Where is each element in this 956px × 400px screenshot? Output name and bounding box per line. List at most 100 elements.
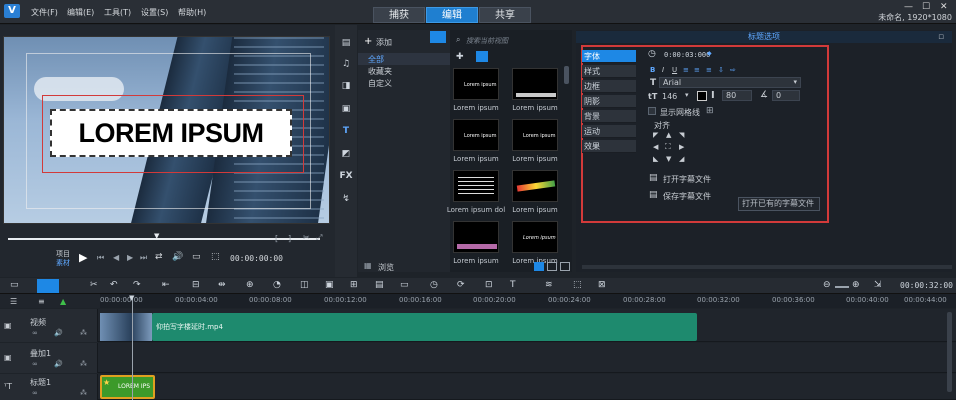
title-clip[interactable]: ★ LOREM IPS <box>100 375 155 399</box>
duration-field[interactable]: 0:00:03:000 <box>664 51 710 59</box>
browse-button[interactable]: 浏览 <box>378 262 394 273</box>
color-grading-icon[interactable]: ◔ <box>273 280 281 290</box>
title-thumbnail[interactable] <box>512 68 558 100</box>
search-input[interactable]: 搜索当前视图 <box>466 36 508 46</box>
scrub-handle-icon[interactable]: ▼ <box>154 232 159 240</box>
align-bottom-icon[interactable]: ▼ <box>666 155 671 163</box>
subtitle-icon[interactable]: ▤ <box>375 280 384 290</box>
zoom-slider[interactable] <box>835 286 849 288</box>
library-pin-icon[interactable] <box>430 31 446 43</box>
undo-icon[interactable]: ↶ <box>110 280 118 290</box>
text-icon[interactable]: T <box>510 280 516 290</box>
tab-shadow[interactable]: 阴影 <box>582 95 636 108</box>
menu-edit[interactable]: 编辑(E) <box>67 7 94 18</box>
bold-icon[interactable]: B <box>650 66 655 74</box>
auto-music-icon[interactable]: ⇹ <box>218 280 226 290</box>
media-icon[interactable]: ▤ <box>338 36 354 50</box>
motion-tracking-icon[interactable]: ⊕ <box>246 280 254 290</box>
storyboard-view-icon[interactable]: ▭ <box>10 280 19 290</box>
track-manager-icon[interactable]: ⊡ <box>485 280 493 290</box>
add-folder-button[interactable]: 添加 <box>376 37 392 48</box>
italic-icon[interactable]: I <box>662 66 664 74</box>
title-thumbnail[interactable] <box>512 170 558 202</box>
repeat-icon[interactable]: ⇄ <box>155 252 163 262</box>
align-center-icon[interactable]: ⛶ <box>665 142 671 152</box>
mute-icon[interactable]: 🔊 <box>54 360 63 368</box>
menu-help[interactable]: 帮助(H) <box>178 7 206 18</box>
tab-background[interactable]: 背景 <box>582 110 636 123</box>
tab-motion[interactable]: 运动 <box>582 125 636 138</box>
browse-icon[interactable]: ▦ <box>364 261 372 270</box>
underline-icon[interactable]: U <box>672 66 677 74</box>
chevron-down-icon[interactable]: ▾ <box>685 91 689 99</box>
split-screen-icon[interactable]: ◫ <box>300 280 309 290</box>
title-thumbnail[interactable]: Lorem ipsum <box>453 119 499 151</box>
align-bottom-left-icon[interactable]: ◣ <box>653 155 658 163</box>
align-top-icon[interactable]: ▲ <box>666 131 671 139</box>
library-scrollbar[interactable] <box>564 66 569 84</box>
timeline-ruler[interactable] <box>100 294 956 308</box>
ripple-icon[interactable]: ⁂ <box>80 389 87 397</box>
align-top-right-icon[interactable]: ◥ <box>679 131 684 139</box>
fx-icon[interactable]: FX <box>338 169 354 183</box>
folder-all[interactable]: 全部 <box>368 54 384 65</box>
menu-tools[interactable]: 工具(T) <box>104 7 131 18</box>
align-top-left-icon[interactable]: ◤ <box>653 131 658 139</box>
tab-capture[interactable]: 捕获 <box>373 7 425 23</box>
grid-settings-icon[interactable]: ⊞ <box>706 106 714 116</box>
timeline-timecode[interactable]: 00:00:32:00 <box>900 281 953 290</box>
preview-timecode[interactable]: 00:00:00:00 <box>230 254 283 263</box>
track-list-icon[interactable]: ≡ <box>38 297 45 306</box>
mixer-icon[interactable]: ⊟ <box>192 280 200 290</box>
timeline-view-icon[interactable] <box>37 279 59 293</box>
folder-custom[interactable]: 自定义 <box>368 78 392 89</box>
mute-icon[interactable]: 🔊 <box>54 329 63 337</box>
view-toggle-icon[interactable] <box>476 51 488 62</box>
multicam-icon[interactable]: ⊞ <box>350 280 358 290</box>
title-thumbnail[interactable] <box>453 170 499 202</box>
mark-out-icon[interactable]: ] <box>288 234 291 243</box>
align-right-edge-icon[interactable]: ▶ <box>679 143 684 151</box>
tab-font[interactable]: 字体 <box>582 50 636 63</box>
zoom-out-icon[interactable]: ⊖ <box>823 280 831 290</box>
next-frame-icon[interactable]: ▶ <box>127 253 133 262</box>
home-icon[interactable]: ⏮ <box>97 253 104 263</box>
rotation-field[interactable]: 0 <box>772 90 800 101</box>
track-options-icon[interactable]: ☰ <box>10 297 17 306</box>
open-subtitle-icon[interactable]: ▤ <box>649 173 658 183</box>
clip-thumbnail[interactable] <box>100 313 152 341</box>
title-overlay[interactable]: LOREM IPSUM <box>50 109 292 157</box>
menu-settings[interactable]: 设置(S) <box>141 7 168 18</box>
font-select[interactable]: Arial ▾ <box>659 77 801 88</box>
add-icon[interactable]: + <box>364 36 372 47</box>
font-size-field[interactable]: 146 <box>662 92 677 101</box>
expand-icon[interactable]: ⤢ <box>316 233 322 243</box>
folder-favorites[interactable]: 收藏夹 <box>368 66 392 77</box>
fullscreen-icon[interactable]: ⬚ <box>211 252 220 262</box>
loop-icon[interactable]: ⟳ <box>457 280 465 290</box>
title-thumbnail[interactable] <box>453 221 499 253</box>
tab-share[interactable]: 共享 <box>479 7 531 23</box>
video-clip[interactable]: 仰拍写字楼延时.mp4 <box>152 313 697 341</box>
title-tool-icon[interactable]: T <box>338 124 354 138</box>
redo-icon[interactable]: ↷ <box>133 280 141 290</box>
align-bottom-right-icon[interactable]: ◢ <box>679 155 684 163</box>
minimize-icon[interactable]: — <box>904 2 913 12</box>
freeze-icon[interactable]: ⊠ <box>598 280 606 290</box>
align-left-edge-icon[interactable]: ◀ <box>653 143 658 151</box>
instant-project-icon[interactable]: ◨ <box>338 79 354 93</box>
link-icon[interactable]: ∞ <box>32 329 38 337</box>
transition-icon[interactable]: ▣ <box>338 102 354 116</box>
collapse-icon[interactable]: ▫ <box>938 32 944 42</box>
title-thumbnail[interactable]: Lorem ipsum <box>512 119 558 151</box>
text-color-swatch[interactable] <box>697 91 707 101</box>
audio-duck-icon[interactable]: ≋ <box>545 280 553 290</box>
options-scrollbar[interactable] <box>582 265 952 269</box>
title-thumbnail[interactable]: Lorem ipsum <box>453 68 499 100</box>
add-track-icon[interactable]: ▲ <box>60 297 66 306</box>
pan-zoom-icon[interactable]: ▭ <box>400 280 409 290</box>
preview-window[interactable]: LOREM IPSUM <box>3 36 330 224</box>
align-left-icon[interactable]: ≡ <box>683 66 689 74</box>
title-thumbnail[interactable]: Lorem ipsum <box>512 221 558 253</box>
tab-style[interactable]: 样式 <box>582 65 636 78</box>
